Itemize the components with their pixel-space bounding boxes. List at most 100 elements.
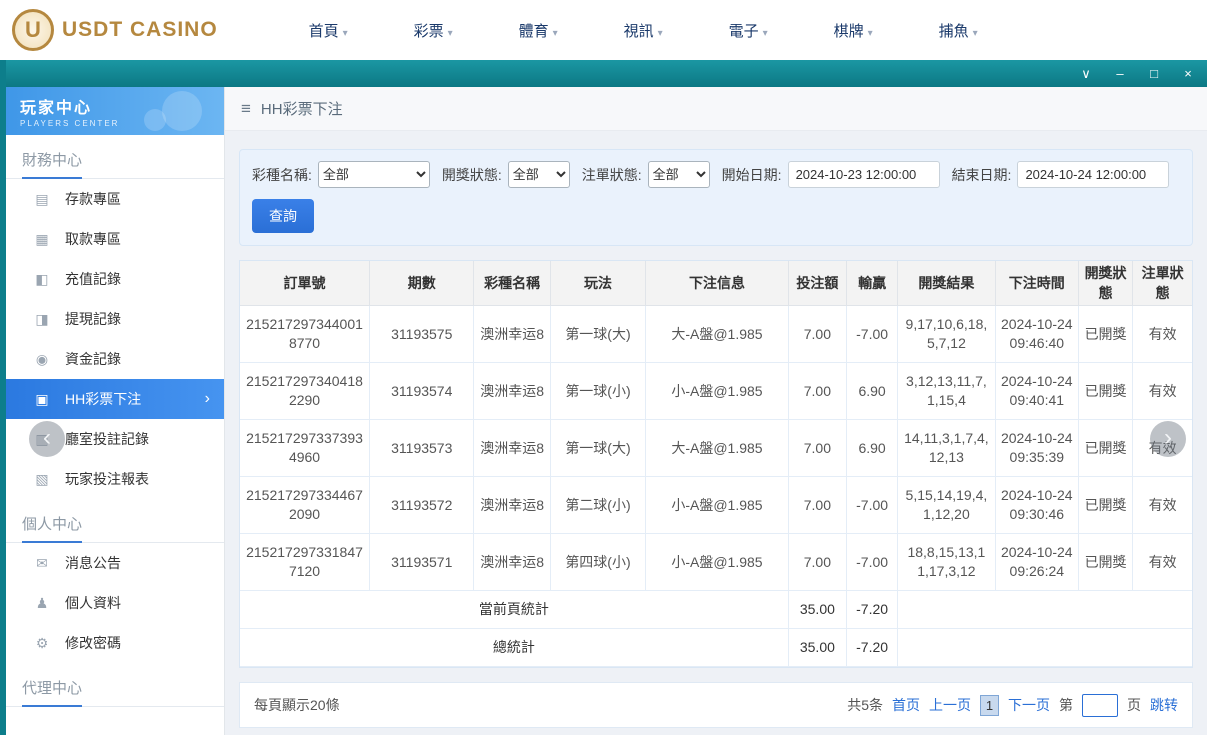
summary-label: 總統計	[240, 628, 789, 667]
table-cell: 有效	[1132, 362, 1192, 420]
table-cell: 6.90	[845, 362, 899, 420]
lottery-select[interactable]: 全部	[317, 161, 430, 188]
menu-icon[interactable]: ≡	[241, 99, 251, 119]
nav-item[interactable]: 棋牌 ▾	[801, 20, 906, 41]
nav-item[interactable]: 捕魚 ▾	[906, 20, 1011, 41]
summary-winloss-total: -7.20	[845, 628, 899, 667]
nav-item[interactable]: 彩票 ▾	[381, 20, 486, 41]
topnav-items: 首頁 ▾ 彩票 ▾ 體育 ▾ 視訊 ▾ 電子 ▾ 棋牌 ▾ 捕魚 ▾	[276, 20, 1011, 41]
window-titlebar: ∨ – □ ×	[6, 60, 1207, 87]
sidebar-item[interactable]: ▦ 取款專區	[6, 219, 224, 259]
nav-item-label: 電子	[728, 22, 759, 40]
draw-status-select[interactable]: 全部	[507, 161, 570, 188]
jump-button[interactable]: 跳转	[1150, 695, 1178, 715]
table-cell: 2024-10-24 09:46:40	[994, 305, 1079, 363]
nav-item[interactable]: 電子 ▾	[696, 20, 801, 41]
table-column-header: 開獎結果	[897, 261, 996, 306]
app-window: ∨ – □ × 玩家中心 PLAYERS CENTER 財務中心 ▤ 存款專區 ▦ 取款…	[0, 60, 1207, 735]
carousel-right-arrow[interactable]: ›	[1150, 421, 1186, 457]
main-content: ≡ HH彩票下注 彩種名稱: 全部 開獎狀態: 全部 注單狀態: 全部 開始日期…	[225, 87, 1207, 735]
current-page[interactable]: 1	[980, 694, 999, 716]
first-page-link[interactable]: 首页	[892, 695, 920, 715]
table-cell: 第一球(小)	[549, 362, 647, 420]
chevron-down-icon: ▾	[552, 27, 558, 39]
deposit-icon: ▤	[35, 190, 49, 207]
sidebar-item[interactable]: ◧ 充值記錄	[6, 259, 224, 299]
table-cell: 2152172973404182290	[240, 362, 371, 420]
window-chevron-down-icon[interactable]: ∨	[1079, 67, 1093, 80]
sidebar-item-label: 提現記錄	[65, 311, 121, 327]
table-row: 2152172973440018770 31193575 澳洲幸运8 第一球(大) 大-…	[240, 305, 1192, 363]
sidebar-item[interactable]: ♟ 個人資料	[6, 583, 224, 623]
summary-label: 當前頁統計	[240, 590, 789, 629]
nav-item[interactable]: 體育 ▾	[486, 20, 591, 41]
table-cell: 7.00	[787, 305, 848, 363]
table-cell: 2024-10-24 09:40:41	[994, 362, 1079, 420]
table-cell: 大-A盤@1.985	[645, 305, 789, 363]
table-column-header: 訂單號	[240, 261, 371, 306]
table-cell: 9,17,10,6,18,5,7,12	[897, 305, 996, 363]
nav-item-label: 捕魚	[938, 22, 969, 40]
sidebar-item-label: 存款專區	[65, 191, 121, 207]
prev-page-link[interactable]: 上一页	[929, 695, 971, 715]
search-button[interactable]: 查詢	[252, 199, 314, 233]
table-cell: 2152172973373934960	[240, 419, 371, 477]
table-cell: -7.00	[845, 305, 899, 363]
table-column-header: 輸贏	[845, 261, 899, 306]
logo[interactable]: U USDT CASINO	[12, 9, 218, 51]
close-icon[interactable]: ×	[1181, 67, 1195, 80]
table-column-header: 注單狀態	[1132, 261, 1192, 306]
order-status-select[interactable]: 全部	[647, 161, 710, 188]
sidebar-item[interactable]: ▣ HH彩票下注 ›	[6, 379, 224, 419]
bets-table: 訂單號 期數 彩種名稱 玩法 下注信息 投注額 輸贏 開獎結果 下注時間 開獎狀態 注單狀態 215…	[239, 260, 1193, 668]
sidebar-item[interactable]: ▤ 存款專區	[6, 179, 224, 219]
table-cell: 3,12,13,11,7,1,15,4	[897, 362, 996, 420]
chevron-down-icon: ▾	[762, 27, 768, 39]
sidebar-item[interactable]: ▧ 玩家投注報表	[6, 459, 224, 499]
withdraw-icon: ▦	[35, 230, 49, 247]
table-cell: 31193575	[369, 305, 475, 363]
nav-item[interactable]: 視訊 ▾	[591, 20, 696, 41]
nav-item[interactable]: 首頁 ▾	[276, 20, 381, 41]
summary-row: 當前頁統計 35.00 -7.20	[240, 590, 1192, 629]
sidebar-item[interactable]: ✉ 消息公告	[6, 543, 224, 583]
carousel-left-arrow[interactable]: ‹	[29, 421, 65, 457]
sidebar-item[interactable]: ◉ 資金記錄	[6, 339, 224, 379]
page-size-text: 每頁顯示20條	[254, 697, 340, 713]
table-cell: 31193572	[369, 476, 475, 534]
table-cell: 2152172973344672090	[240, 476, 371, 534]
table-header-row: 訂單號 期數 彩種名稱 玩法 下注信息 投注額 輸贏 開獎結果 下注時間 開獎狀態 注單狀態	[240, 261, 1192, 306]
table-row: 2152172973318477120 31193571 澳洲幸运8 第四球(小) 小-…	[240, 533, 1192, 591]
table-cell: 澳洲幸运8	[473, 362, 551, 420]
filter-panel: 彩種名稱: 全部 開獎狀態: 全部 注單狀態: 全部 開始日期: 結束日期:	[239, 149, 1193, 246]
table-cell: 已開獎	[1077, 362, 1134, 420]
table-cell: 第二球(小)	[549, 476, 647, 534]
maximize-icon[interactable]: □	[1147, 67, 1161, 80]
table-cell: 7.00	[787, 476, 848, 534]
sidebar-item-label: 修改密碼	[65, 635, 121, 651]
nav-item-label: 體育	[518, 22, 549, 40]
withdrawal-record-icon: ◨	[35, 310, 49, 327]
draw-status-filter-label: 開獎狀態:	[441, 166, 502, 183]
table-cell: -7.00	[845, 476, 899, 534]
jump-page-input[interactable]	[1082, 693, 1118, 717]
table-cell: 已開獎	[1077, 419, 1134, 477]
table-cell: 澳洲幸运8	[473, 476, 551, 534]
nav-item-label: 彩票	[413, 22, 444, 40]
sidebar-item[interactable]: ◨ 提現記錄	[6, 299, 224, 339]
end-date-input[interactable]	[1017, 161, 1170, 188]
table-cell: 7.00	[787, 362, 848, 420]
minimize-icon[interactable]: –	[1113, 67, 1127, 80]
next-page-link[interactable]: 下一页	[1008, 695, 1050, 715]
sidebar-item[interactable]: ⚙ 修改密碼	[6, 623, 224, 663]
start-date-input[interactable]	[787, 161, 940, 188]
table-cell: 2024-10-24 09:30:46	[994, 476, 1079, 534]
table-cell: 小-A盤@1.985	[645, 533, 789, 591]
end-date-label: 結束日期:	[951, 166, 1012, 183]
sidebar-item-label: HH彩票下注	[65, 391, 142, 407]
page-title: HH彩票下注	[260, 101, 343, 118]
funds-record-icon: ◉	[35, 350, 49, 367]
table-row: 2152172973373934960 31193573 澳洲幸运8 第一球(大) 大-…	[240, 419, 1192, 477]
total-count: 共5条	[847, 697, 883, 713]
sidebar: 玩家中心 PLAYERS CENTER 財務中心 ▤ 存款專區 ▦ 取款專區 ◧ 充值記錄 ◨…	[6, 87, 225, 735]
